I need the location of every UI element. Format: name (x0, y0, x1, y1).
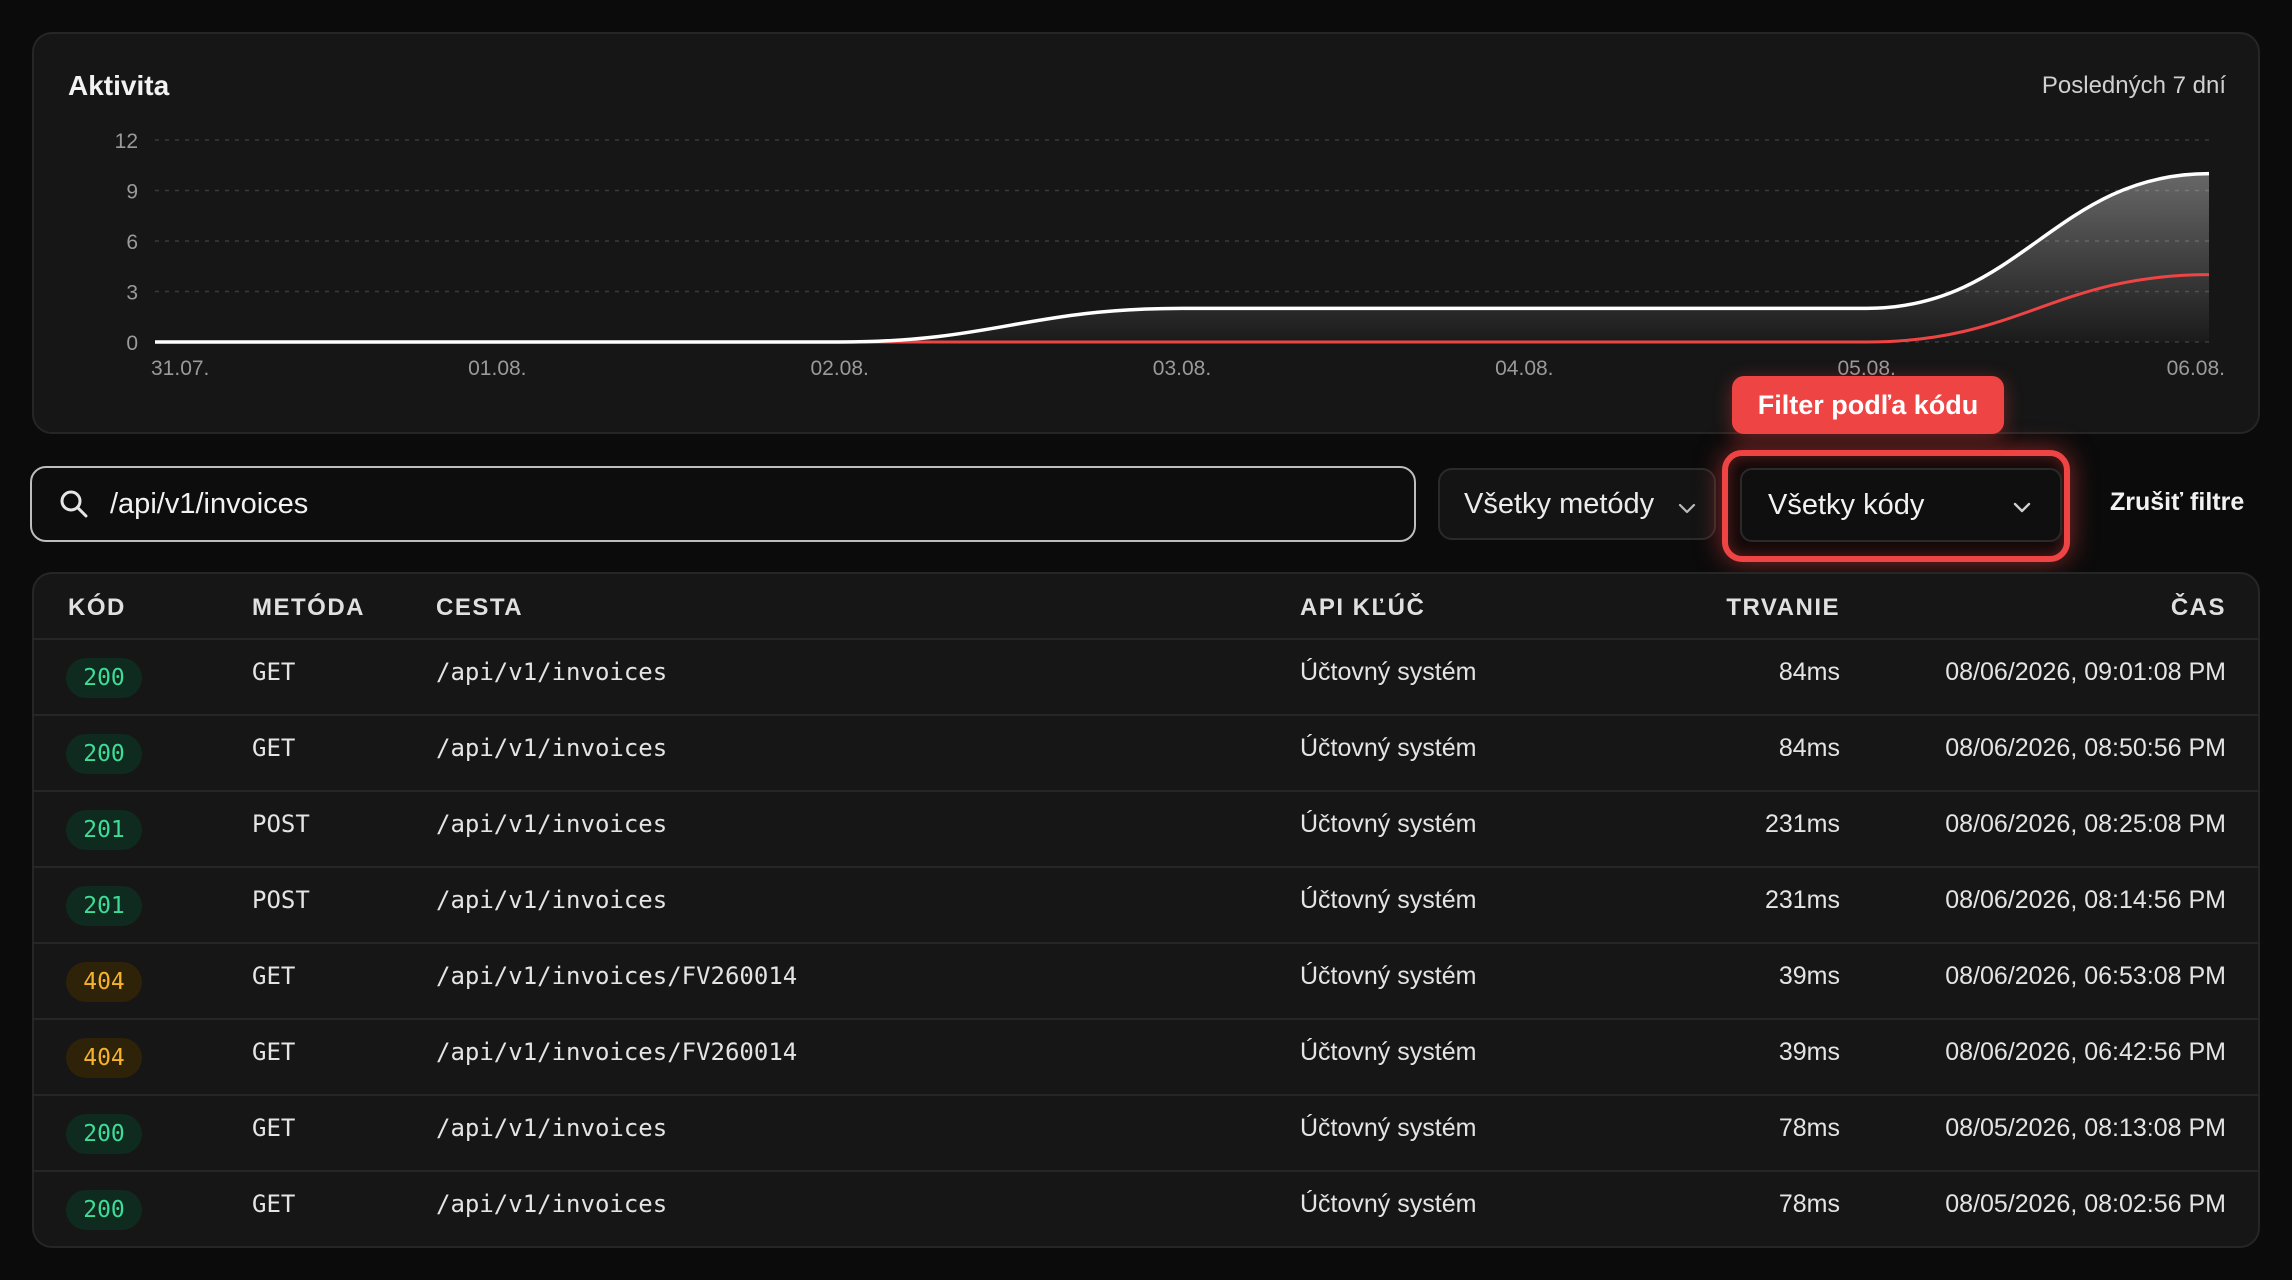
api-key-cell: Účtovný systém (1300, 962, 1477, 990)
path-cell: /api/v1/invoices (436, 1190, 668, 1218)
x-tick-label: 04.08. (1495, 357, 1553, 380)
method-cell: GET (252, 658, 296, 686)
code-filter-label: Všetky kódy (1768, 488, 1925, 521)
header-code[interactable]: KÓD (68, 594, 126, 622)
status-badge: 200 (66, 1190, 142, 1230)
method-cell: GET (252, 1190, 296, 1218)
time-cell: 08/06/2026, 08:14:56 PM (1945, 886, 2226, 914)
status-badge: 200 (66, 1114, 142, 1154)
api-key-cell: Účtovný systém (1300, 734, 1477, 762)
table-row[interactable]: 201 POST/api/v1/invoices Účtovný systém 231… (34, 868, 2258, 944)
y-tick-label: 12 (115, 130, 138, 153)
x-tick-label: 31.07. (151, 357, 209, 380)
code-filter-select[interactable]: Všetky kódy (1740, 468, 2062, 542)
activity-card: 0 3 6 9 12 31.07. 01.08. 02.08. 03.08. 04.08. 05.0… (32, 32, 2260, 434)
status-badge: 201 (66, 886, 142, 926)
search-icon (58, 487, 92, 521)
table-row[interactable]: 200 GET/api/v1/invoices Účtovný systém 78ms… (34, 1172, 2258, 1246)
api-key-cell: Účtovný systém (1300, 1114, 1477, 1142)
time-cell: 08/06/2026, 06:53:08 PM (1945, 962, 2226, 990)
api-key-cell: Účtovný systém (1300, 810, 1477, 838)
y-tick-label: 6 (126, 231, 138, 254)
duration-cell: 78ms (1778, 1114, 1840, 1142)
x-tick-label: 02.08. (810, 357, 868, 380)
code-filter-tooltip: Filter podľa kódu (1732, 376, 2004, 434)
path-cell: /api/v1/invoices (436, 1114, 668, 1142)
table-row[interactable]: 404 GET/api/v1/invoices/FV260014 Účtovný s… (34, 1020, 2258, 1096)
path-cell: /api/v1/invoices (436, 734, 668, 762)
api-key-cell: Účtovný systém (1300, 658, 1477, 686)
status-badge: 404 (66, 1038, 142, 1078)
method-cell: POST (252, 886, 310, 914)
activity-range[interactable]: Posledných 7 dní (2042, 72, 2226, 100)
header-path[interactable]: CESTA (436, 594, 523, 622)
table-row[interactable]: 201 POST/api/v1/invoices Účtovný systém 231… (34, 792, 2258, 868)
time-cell: 08/06/2026, 09:01:08 PM (1945, 658, 2226, 686)
method-cell: GET (252, 734, 296, 762)
x-tick-label: 03.08. (1153, 357, 1211, 380)
status-badge: 200 (66, 658, 142, 698)
requests-table: KÓD METÓDA CESTA API KĽÚČ TRVANIE ČAS 20… (32, 572, 2260, 1248)
method-cell: GET (252, 1114, 296, 1142)
table-header: KÓD METÓDA CESTA API KĽÚČ TRVANIE ČAS (34, 574, 2258, 640)
chevron-down-icon (2010, 494, 2034, 527)
method-cell: GET (252, 1038, 296, 1066)
header-method[interactable]: METÓDA (252, 594, 365, 622)
series-area (155, 173, 2209, 342)
duration-cell: 231ms (1764, 886, 1840, 914)
api-key-cell: Účtovný systém (1300, 886, 1477, 914)
time-cell: 08/06/2026, 08:50:56 PM (1945, 734, 2226, 762)
y-tick-label: 9 (126, 181, 138, 204)
path-cell: /api/v1/invoices (436, 658, 668, 686)
header-api-key[interactable]: API KĽÚČ (1300, 594, 1425, 622)
time-cell: 08/06/2026, 06:42:56 PM (1945, 1038, 2226, 1066)
duration-cell: 39ms (1778, 1038, 1840, 1066)
header-time[interactable]: ČAS (2171, 594, 2226, 622)
activity-title: Aktivita (68, 70, 170, 101)
time-cell: 08/05/2026, 08:13:08 PM (1945, 1114, 2226, 1142)
duration-cell: 84ms (1778, 658, 1840, 686)
duration-cell: 78ms (1778, 1190, 1840, 1218)
chevron-down-icon (1676, 494, 1698, 527)
table-body: 200 GET/api/v1/invoices Účtovný systém 84ms… (34, 640, 2258, 1246)
duration-cell: 39ms (1778, 962, 1840, 990)
method-cell: GET (252, 962, 296, 990)
path-cell: /api/v1/invoices (436, 810, 668, 838)
x-tick-label: 06.08. (2167, 357, 2225, 380)
duration-cell: 84ms (1778, 734, 1840, 762)
clear-filters-button[interactable]: Zrušiť filtre (2110, 488, 2244, 517)
method-filter-label: Všetky metódy (1464, 487, 1655, 520)
time-cell: 08/06/2026, 08:25:08 PM (1945, 810, 2226, 838)
path-cell: /api/v1/invoices/FV260014 (436, 1038, 798, 1066)
api-key-cell: Účtovný systém (1300, 1190, 1477, 1218)
table-row[interactable]: 404 GET/api/v1/invoices/FV260014 Účtovný s… (34, 944, 2258, 1020)
duration-cell: 231ms (1764, 810, 1840, 838)
status-badge: 201 (66, 810, 142, 850)
path-cell: /api/v1/invoices (436, 886, 668, 914)
table-row[interactable]: 200 GET/api/v1/invoices Účtovný systém 84ms… (34, 716, 2258, 792)
y-tick-label: 0 (126, 332, 138, 355)
search-input[interactable] (110, 487, 1310, 521)
api-key-cell: Účtovný systém (1300, 1038, 1477, 1066)
header-duration[interactable]: TRVANIE (1726, 594, 1840, 622)
method-filter-select[interactable]: Všetky metódy (1438, 468, 1716, 540)
table-row[interactable]: 200 GET/api/v1/invoices Účtovný systém 84ms… (34, 640, 2258, 716)
status-badge: 404 (66, 962, 142, 1002)
status-badge: 200 (66, 734, 142, 774)
x-tick-label: 01.08. (468, 357, 526, 380)
search-box[interactable] (30, 466, 1416, 542)
table-row[interactable]: 200 GET/api/v1/invoices Účtovný systém 78ms… (34, 1096, 2258, 1172)
y-tick-label: 3 (126, 282, 138, 305)
method-cell: POST (252, 810, 310, 838)
path-cell: /api/v1/invoices/FV260014 (436, 962, 798, 990)
time-cell: 08/05/2026, 08:02:56 PM (1945, 1190, 2226, 1218)
